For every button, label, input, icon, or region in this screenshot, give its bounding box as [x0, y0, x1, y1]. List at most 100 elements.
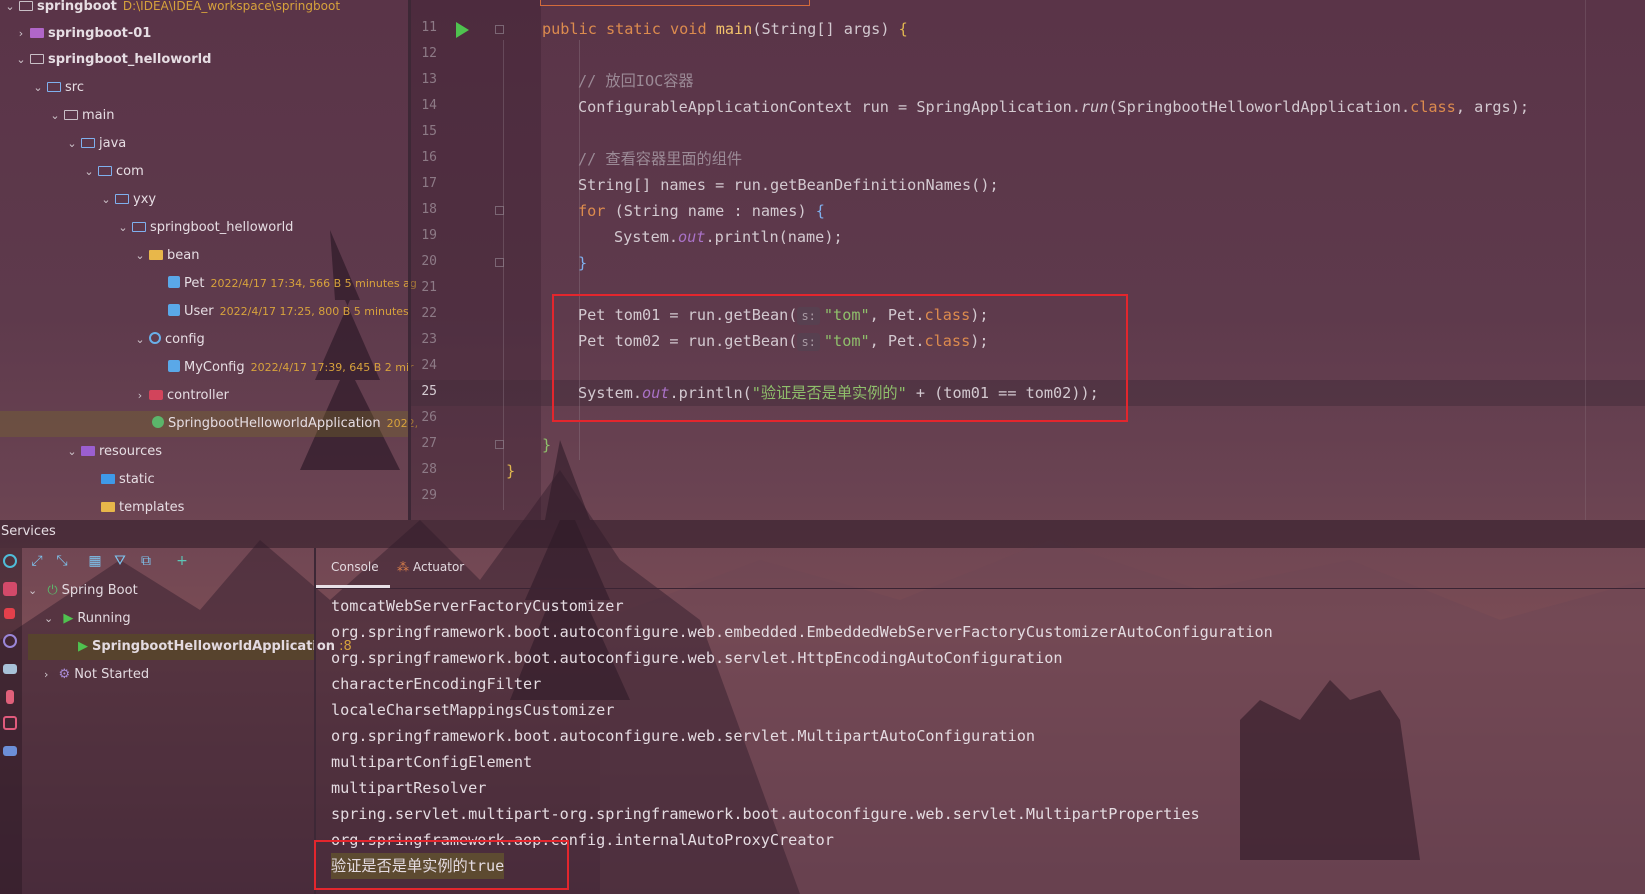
fold-marker-icon[interactable]	[495, 25, 504, 34]
chevron-down-icon: ⌄	[44, 612, 54, 625]
chevron-down-icon: ⌄	[50, 109, 60, 122]
services-header	[0, 520, 1645, 548]
tree-item-label: SpringbootHelloworldApplication	[168, 416, 381, 431]
settings-gear-icon[interactable]	[3, 634, 17, 648]
add-service-icon[interactable]: +	[173, 552, 191, 570]
console-separator	[316, 588, 1645, 589]
indent-guide	[503, 40, 504, 510]
code-line-16: // 查看容器里面的组件	[578, 150, 743, 168]
tree-item-java[interactable]: ⌄ java	[65, 131, 126, 157]
layout-icon[interactable]	[3, 746, 17, 756]
tree-item-com[interactable]: ⌄ com	[82, 159, 144, 185]
tree-item-label: controller	[167, 388, 230, 403]
line-number-current: 25	[421, 384, 437, 399]
tree-item-bean[interactable]: ⌄ bean	[133, 243, 199, 269]
folder-icon	[101, 502, 115, 512]
chevron-down-icon: ⌄	[67, 137, 77, 150]
service-label: Spring Boot	[61, 583, 138, 598]
chevron-down-icon: ⌄	[33, 81, 43, 94]
console-line: org.springframework.boot.autoconfigure.w…	[331, 727, 1036, 745]
package-icon	[115, 194, 129, 204]
tree-item-config[interactable]: ⌄ config	[133, 327, 205, 353]
class-icon	[168, 304, 180, 316]
service-running[interactable]: ⌄ ▶ Running	[44, 606, 131, 632]
refresh-icon[interactable]	[3, 554, 17, 568]
service-not-started[interactable]: › ⚙ Not Started	[44, 662, 149, 688]
line-number: 18	[421, 202, 437, 217]
tree-item-springboot-helloworld-application[interactable]: SpringbootHelloworldApplication 2022,	[0, 411, 418, 437]
gear-icon: ⚙	[58, 667, 71, 682]
code-editor[interactable]: public static void main(String[] args) {…	[506, 0, 1645, 520]
tab-console[interactable]: Console	[331, 560, 379, 574]
tree-item-label: springboot-01	[48, 26, 152, 41]
service-springboot-helloworld-application[interactable]: ▶ SpringbootHelloworldApplication:8	[28, 634, 352, 660]
service-label: SpringbootHelloworldApplication	[92, 639, 336, 654]
service-spring-boot[interactable]: ⌄ ⏻ Spring Boot	[28, 578, 138, 604]
code-line-18: for (String name : names) {	[578, 198, 825, 224]
line-number: 20	[421, 254, 437, 269]
code-highlight-box	[552, 294, 1128, 422]
line-number: 19	[421, 228, 437, 243]
line-number: 15	[421, 124, 437, 139]
tree-item-controller[interactable]: › controller	[133, 383, 229, 409]
tree-item-user[interactable]: User 2022/4/17 17:25, 800 B 5 minutes	[166, 299, 409, 325]
tree-item-label: com	[116, 164, 144, 179]
tree-item-label: MyConfig	[184, 360, 245, 375]
services-title: Services	[1, 524, 56, 539]
camera-icon[interactable]	[3, 664, 17, 674]
debug-icon[interactable]	[3, 582, 17, 596]
tree-root-springboot[interactable]: ⌄ springboot D:\IDEA\IDEA_workspace\spring…	[3, 0, 340, 19]
tree-item-yxy[interactable]: ⌄ yxy	[99, 187, 156, 213]
static-field: out	[678, 228, 706, 246]
tree-item-static[interactable]: static	[99, 467, 155, 493]
console-tab-bar: Console ⁂ Actuator	[316, 548, 1645, 588]
stop-icon[interactable]	[4, 608, 15, 619]
result-highlight-box	[314, 840, 569, 890]
line-number: 24	[421, 358, 437, 373]
class-icon	[168, 276, 180, 288]
console-line: org.springframework.boot.autoconfigure.w…	[331, 623, 1273, 641]
line-number: 23	[421, 332, 437, 347]
code-line-11: public static void main(String[] args) {	[542, 16, 908, 42]
code-text: (String[] args)	[752, 20, 899, 38]
source-root-icon	[81, 138, 95, 148]
chevron-down-icon: ⌄	[135, 249, 145, 262]
line-number: 17	[421, 176, 437, 191]
chevron-down-icon: ⌄	[16, 53, 26, 66]
method-name: main	[715, 20, 753, 38]
code-text: System.	[614, 228, 679, 246]
tree-item-main[interactable]: ⌄ main	[48, 103, 114, 129]
tree-item-myconfig[interactable]: MyConfig 2022/4/17 17:39, 645 B 2 mir	[166, 355, 414, 381]
group-by-icon[interactable]: ▦	[86, 552, 104, 570]
chevron-down-icon: ⌄	[67, 445, 77, 458]
collapse-all-icon[interactable]: ⤡	[53, 552, 71, 570]
tree-item-templates[interactable]: templates	[99, 495, 184, 521]
expand-all-icon[interactable]: ⤢	[28, 552, 46, 570]
tree-item-pet[interactable]: Pet 2022/4/17 17:34, 566 B 5 minutes ag	[166, 271, 417, 297]
tree-item-springboot-helloworld-package[interactable]: ⌄ springboot_helloworld	[116, 215, 293, 241]
static-method: run	[1080, 98, 1109, 116]
tree-item-springboot-helloworld-module[interactable]: ⌄ springboot_helloworld	[14, 47, 211, 73]
tree-item-src[interactable]: ⌄ src	[31, 75, 84, 101]
new-tab-icon[interactable]: ⧉	[137, 552, 155, 570]
class-icon	[168, 360, 180, 372]
tree-item-resources[interactable]: ⌄ resources	[65, 439, 162, 465]
brace: {	[898, 20, 908, 38]
console-line: characterEncodingFilter	[331, 675, 542, 693]
tree-item-springboot-01[interactable]: › springboot-01	[14, 21, 152, 47]
filter-icon[interactable]: ⛛	[111, 552, 129, 570]
plug-icon[interactable]	[6, 690, 14, 704]
line-number: 12	[421, 46, 437, 61]
line-number: 22	[421, 306, 437, 321]
code-line-17: String[] names = run.getBeanDefinitionNa…	[578, 176, 999, 194]
run-gutter-icon[interactable]	[456, 22, 469, 38]
exit-icon[interactable]	[3, 716, 17, 730]
line-number: 14	[421, 98, 437, 113]
folder-icon	[149, 250, 163, 260]
chevron-down-icon: ⌄	[84, 165, 94, 178]
chevron-down-icon: ⌄	[28, 584, 38, 597]
code-text: .println(name);	[705, 228, 843, 246]
code-line-28: }	[506, 462, 516, 480]
tab-actuator[interactable]: ⁂ Actuator	[397, 560, 464, 574]
resources-folder-icon	[81, 446, 95, 456]
